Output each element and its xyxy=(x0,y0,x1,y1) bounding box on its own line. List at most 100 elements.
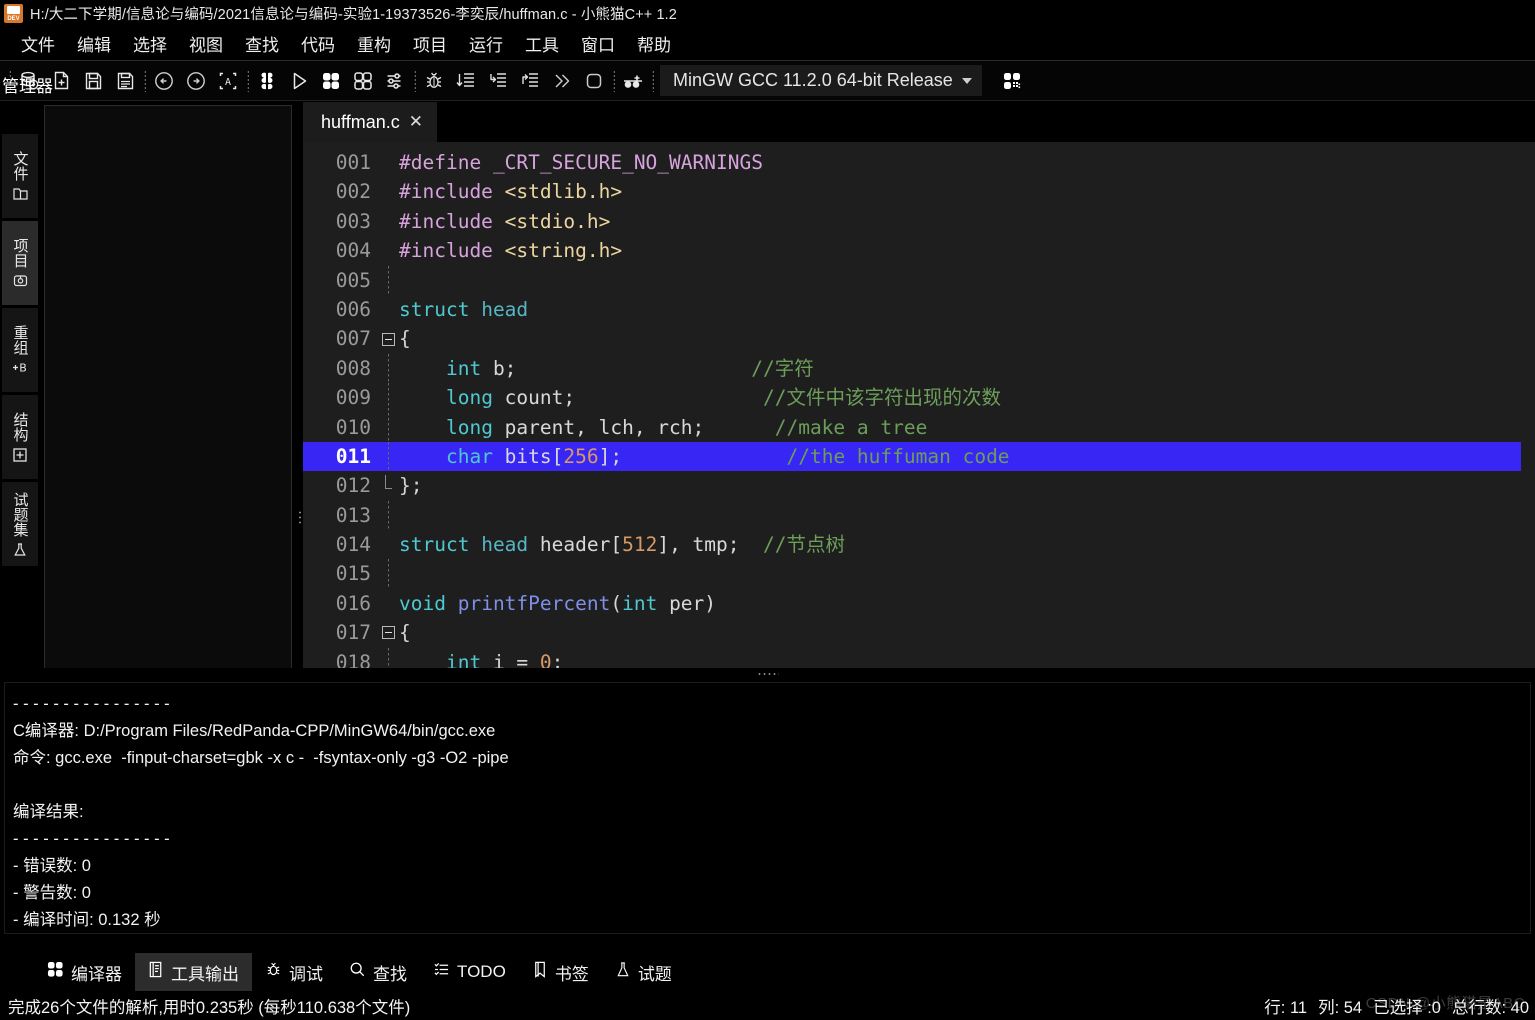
menu-edit[interactable]: 编辑 xyxy=(66,29,122,58)
title-bar: DEV H:/大二下学期/信息论与编码/2021信息论与编码-实验1-19373… xyxy=(0,0,1535,27)
code-line[interactable]: 006 struct head xyxy=(303,295,1521,324)
sidebar-tab-files[interactable]: 文件 xyxy=(2,134,38,218)
output-line: 命令: gcc.exe -finput-charset=gbk -x c - -… xyxy=(13,749,509,767)
status-selected: 已选择 :0 xyxy=(1373,999,1441,1017)
run-to-cursor-icon[interactable] xyxy=(546,66,578,96)
step-over-icon[interactable] xyxy=(450,66,482,96)
step-into-icon[interactable] xyxy=(482,66,514,96)
code-line[interactable]: 010 long parent, lch, rch; //make a tree xyxy=(303,412,1521,442)
status-col: 列: 54 xyxy=(1318,999,1363,1017)
menu-select[interactable]: 选择 xyxy=(122,29,178,58)
code-text: struct head header[512], tmp; //节点树 xyxy=(397,530,1521,559)
code-line[interactable]: 009 long count; //文件中该字符出现的次数 xyxy=(303,383,1521,413)
menu-tools[interactable]: 工具 xyxy=(514,29,570,58)
code-line[interactable]: 011 char bits[256]; //the huffuman code xyxy=(303,441,1521,472)
sidebar-tab-problemset-label: 试题集 xyxy=(11,491,29,537)
sidebar-tab-watch[interactable]: 重组 B xyxy=(2,308,38,392)
bottom-tab-debug[interactable]: 调试 xyxy=(252,953,336,991)
code-line[interactable]: 015 xyxy=(303,559,1521,589)
code-token: head xyxy=(481,533,529,557)
code-line[interactable]: 016 void printfPercent(int per) xyxy=(303,589,1521,618)
toolbar-separator-2 xyxy=(244,68,251,94)
code-token: #define xyxy=(399,151,482,174)
menu-window[interactable]: 窗口 xyxy=(570,29,626,58)
code-line[interactable]: 012}; xyxy=(303,471,1521,500)
menu-search[interactable]: 查找 xyxy=(234,29,290,58)
compiler-options-icon[interactable] xyxy=(996,66,1028,96)
fold-collapse-icon[interactable] xyxy=(379,332,397,346)
code-line[interactable]: 008 int b; //字符 xyxy=(303,353,1521,384)
menu-project[interactable]: 项目 xyxy=(402,29,458,58)
fold-collapse-icon[interactable] xyxy=(379,626,397,640)
bottom-tab-bookmark[interactable]: 书签 xyxy=(519,953,602,991)
bottom-tab-search[interactable]: 查找 xyxy=(336,953,420,991)
sidebar-tab-project[interactable]: 项目 xyxy=(2,221,38,305)
menu-code[interactable]: 代码 xyxy=(290,29,346,58)
code-line[interactable]: 007 { xyxy=(303,324,1521,353)
code-token: long xyxy=(445,415,493,439)
code-token: //字符 xyxy=(751,356,814,380)
watch-icon: B xyxy=(11,360,30,375)
save-icon[interactable] xyxy=(77,66,109,96)
code-line[interactable]: 017 { xyxy=(303,618,1521,647)
menu-run[interactable]: 运行 xyxy=(458,29,514,58)
compiler-set-label: MinGW GCC 11.2.0 64-bit Release xyxy=(673,70,953,90)
compile-options-icon[interactable] xyxy=(379,66,411,96)
bottom-tab-tool-output[interactable]: 工具输出 xyxy=(135,953,252,991)
bottom-tab-problem[interactable]: 试题 xyxy=(602,953,685,991)
code-line[interactable]: 005 xyxy=(303,265,1521,295)
code-line[interactable]: 013 xyxy=(303,500,1521,531)
redo-icon[interactable] xyxy=(180,66,212,96)
rebuild-icon[interactable] xyxy=(347,66,379,96)
undo-icon[interactable] xyxy=(148,66,180,96)
compile-run-icon[interactable] xyxy=(315,66,347,96)
code-token: #include xyxy=(399,180,493,204)
bookmark-icon xyxy=(532,961,548,983)
tool-output-icon xyxy=(148,961,164,983)
code-text: #define _CRT_SECURE_NO_WARNINGS xyxy=(397,148,1521,177)
step-out-icon[interactable] xyxy=(514,66,546,96)
sidebar-tab-problemset[interactable]: 试题集 xyxy=(2,482,38,566)
menu-help[interactable]: 帮助 xyxy=(626,29,682,58)
tool-output-text[interactable]: - - - - - - - - - - - - - - - - C编译器: D:/… xyxy=(4,682,1531,934)
debug-icon[interactable] xyxy=(418,66,450,96)
search-icon xyxy=(349,961,366,983)
bottom-tab-debug-label: 调试 xyxy=(289,964,323,984)
fold-guide xyxy=(379,500,397,531)
stop-icon[interactable] xyxy=(578,66,610,96)
compile-icon[interactable] xyxy=(251,66,283,96)
output-line: - 警告数: 0 xyxy=(13,884,91,902)
close-icon[interactable]: ✕ xyxy=(409,112,423,132)
save-all-icon[interactable] xyxy=(109,66,141,96)
code-line[interactable]: 002 #include <stdlib.h> xyxy=(303,177,1521,206)
code-token: <string.h> xyxy=(504,239,623,263)
line-number: 013 xyxy=(335,503,371,527)
editor-tab-label: huffman.c xyxy=(321,111,400,132)
line-number: 002 xyxy=(335,180,371,204)
line-number: 008 xyxy=(335,356,371,380)
bottom-tab-todo[interactable]: TODO xyxy=(420,953,519,991)
code-token: struct xyxy=(399,297,470,321)
output-line: C编译器: D:/Program Files/RedPanda-CPP/MinG… xyxy=(13,722,496,740)
menu-file[interactable]: 文件 xyxy=(10,29,66,58)
run-icon[interactable] xyxy=(283,66,315,96)
compiler-set-dropdown[interactable]: MinGW GCC 11.2.0 64-bit Release xyxy=(660,65,982,96)
menu-refactor[interactable]: 重构 xyxy=(346,29,402,58)
code-line[interactable]: 001 #define _CRT_SECURE_NO_WARNINGS xyxy=(303,148,1521,177)
fold-guide xyxy=(379,559,397,589)
menu-view[interactable]: 视图 xyxy=(178,29,234,58)
output-line: - - - - - - - - - - - - - - - - xyxy=(13,695,170,713)
add-watch-icon[interactable] xyxy=(617,66,649,96)
bottom-tab-compiler[interactable]: 编译器 xyxy=(34,953,135,991)
code-line[interactable]: 004 #include <string.h> xyxy=(303,236,1521,265)
editor-tab-huffman-c[interactable]: huffman.c ✕ xyxy=(303,102,437,142)
code-lines[interactable]: 001 #define _CRT_SECURE_NO_WARNINGS 002 #in… xyxy=(303,142,1521,678)
select-all-icon[interactable]: A xyxy=(212,66,244,96)
code-line[interactable]: 014 struct head header[512], tmp; //节点树 xyxy=(303,530,1521,559)
sidebar-tab-structure[interactable]: 结构 xyxy=(2,395,38,479)
code-token: ], tmp; xyxy=(657,533,740,557)
code-line[interactable]: 003 #include <stdio.h> xyxy=(303,207,1521,236)
